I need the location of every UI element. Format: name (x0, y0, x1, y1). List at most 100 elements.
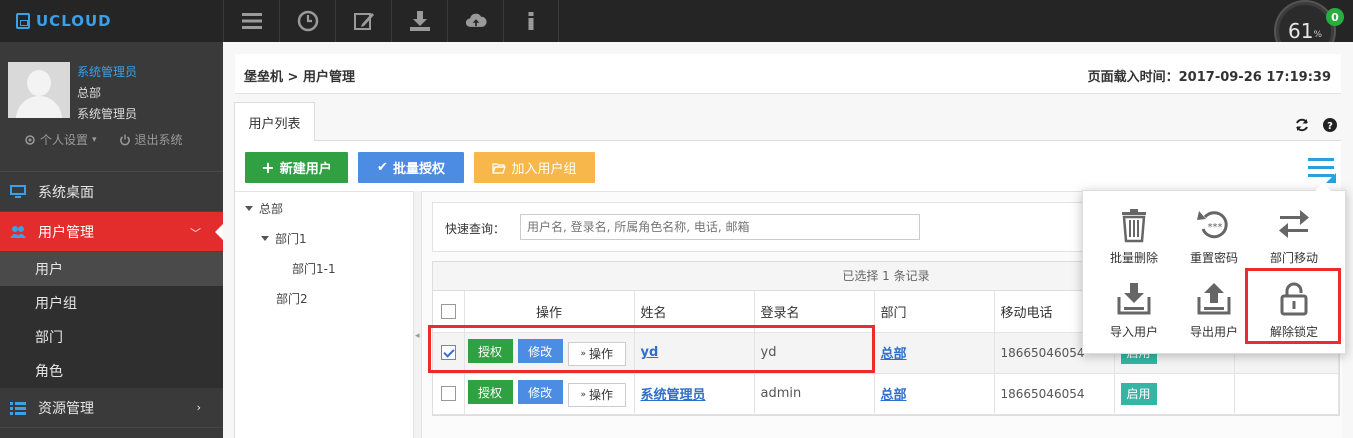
phone: 18665046054 (994, 373, 1115, 415)
user-name-link[interactable]: 系统管理员 (641, 388, 706, 403)
top-bar: UCLOUD (0, 0, 1353, 42)
table-row[interactable]: 授权 修改 » 操作 系统管理员 admin 总部 18665046054 启用 (433, 373, 1339, 415)
more-actions-dropdown[interactable]: » 操作 (567, 382, 626, 407)
profile-name[interactable]: 系统管理员 (77, 63, 137, 80)
highlight-unlock-item (1245, 268, 1341, 344)
user-profile: 系统管理员 总部 系统管理员 个人设置 ▾ 退出系统 (0, 42, 223, 172)
sidebar-item-desktop[interactable]: 系统桌面 (0, 172, 223, 212)
edit-icon[interactable] (335, 0, 391, 42)
highlight-selected-row (428, 325, 875, 373)
logo-icon (16, 13, 30, 29)
new-user-label: 新建用户 (279, 162, 332, 177)
splitter-handle[interactable]: ◂ (414, 191, 422, 438)
tree-node-root[interactable]: 总部 (245, 200, 283, 217)
caret-down-icon (261, 236, 269, 241)
new-user-button[interactable]: + 新建用户 (245, 152, 348, 183)
breadcrumb: 堡垒机 > 用户管理 (244, 70, 355, 85)
dept-link[interactable]: 总部 (881, 347, 907, 362)
menu-item-label: 部门移动 (1269, 251, 1318, 265)
swap-arrows-icon (1279, 210, 1309, 238)
download-icon[interactable] (391, 0, 447, 42)
logo-text: UCLOUD (36, 12, 112, 30)
logo[interactable]: UCLOUD (0, 0, 223, 42)
chevron-down-icon: ﹀ (190, 227, 201, 240)
sidebar-item-resource-management[interactable]: 资源管理 › (0, 388, 223, 428)
svg-text:?: ? (1327, 121, 1333, 132)
gauge-unit: % (1313, 30, 1322, 40)
trash-icon (1122, 209, 1146, 243)
help-icon[interactable]: ? (1323, 118, 1337, 132)
menu-item-label: 批量删除 (1109, 251, 1158, 265)
chevron-down-icon: ▾ (92, 134, 97, 145)
logout-label: 退出系统 (134, 133, 183, 147)
column-header-dept[interactable]: 部门 (874, 291, 995, 333)
toolbar (223, 0, 559, 42)
folder-open-icon (492, 162, 507, 174)
personal-settings-link[interactable]: 个人设置 ▾ (24, 131, 97, 148)
tree-node-label: 部门2 (276, 292, 308, 306)
reset-password-icon: *** (1197, 211, 1228, 239)
gauge-value: 61 (1287, 19, 1314, 43)
add-to-group-button[interactable]: 加入用户组 (474, 152, 595, 183)
tree-node-label: 部门1 (275, 232, 307, 246)
logout-link[interactable]: 退出系统 (119, 131, 183, 148)
sidebar-item-label: 用户管理 (38, 224, 94, 241)
menu-item-label: 导入用户 (1109, 325, 1158, 339)
sidebar-subitem-roles[interactable]: 角色 (0, 354, 223, 388)
menu-icon[interactable] (223, 0, 279, 42)
menu-item-move-department[interactable]: 部门移动 (1254, 207, 1334, 273)
search-label: 快速查询： (445, 222, 506, 236)
plus-icon: + (261, 158, 275, 177)
settings-label: 个人设置 (40, 133, 89, 147)
power-icon (119, 134, 130, 145)
refresh-icon[interactable] (1295, 118, 1309, 132)
row-checkbox[interactable] (440, 386, 456, 401)
export-icon (1197, 283, 1231, 315)
dept-link[interactable]: 总部 (881, 388, 907, 403)
chevron-right-icon: › (196, 401, 201, 414)
caret-down-icon (245, 206, 253, 211)
cloud-upload-icon[interactable] (447, 0, 503, 42)
gauge-badge: 0 (1326, 8, 1344, 26)
profile-role: 系统管理员 (77, 107, 138, 121)
tree-node-dept1[interactable]: 部门1 (261, 230, 307, 247)
menu-item-import-users[interactable]: 导入用户 (1094, 281, 1174, 347)
menu-item-batch-delete[interactable]: 批量删除 (1094, 207, 1174, 273)
menu-item-export-users[interactable]: 导出用户 (1174, 281, 1254, 347)
select-all-checkbox[interactable] (440, 303, 456, 319)
search-input[interactable] (520, 214, 920, 240)
sidebar-item-user-management[interactable]: 用户管理 ﹀ (0, 212, 223, 252)
sidebar-subitem-departments[interactable]: 部门 (0, 320, 223, 354)
double-chevron-down-icon: » (580, 389, 587, 400)
batch-auth-label: 批量授权 (392, 162, 445, 177)
edit-button[interactable]: 修改 (517, 380, 563, 405)
sidebar-subitem-user-groups[interactable]: 用户组 (0, 286, 223, 320)
menu-item-reset-password[interactable]: *** 重置密码 (1174, 207, 1254, 273)
gear-icon (25, 134, 35, 145)
status-badge[interactable]: 启用 (1120, 383, 1157, 405)
avatar (8, 62, 70, 118)
list-icon (10, 401, 26, 415)
tree-node-dept1-1[interactable]: 部门1-1 (292, 260, 336, 277)
profile-dept: 总部 (77, 86, 102, 100)
clock-icon[interactable] (279, 0, 335, 42)
tree-node-label: 总部 (259, 202, 284, 216)
svg-text:***: *** (1208, 222, 1223, 233)
import-icon (1117, 283, 1151, 315)
authorize-button[interactable]: 授权 (467, 380, 513, 405)
sidebar-subitem-users[interactable]: 用户 (0, 252, 223, 286)
users-icon (10, 225, 26, 238)
menu-item-label: 重置密码 (1189, 251, 1238, 265)
monitor-icon (10, 184, 26, 198)
tree-node-dept2[interactable]: 部门2 (276, 290, 308, 307)
login-name: admin (754, 373, 875, 415)
tab-user-list[interactable]: 用户列表 (234, 102, 315, 141)
column-menu-icon[interactable] (1306, 155, 1338, 185)
load-time: 页面载入时间：2017-09-26 17:19:39 (1087, 70, 1331, 85)
caret-left-icon: ◂ (415, 331, 420, 341)
info-icon[interactable] (503, 0, 559, 42)
check-icon: ✔ (377, 160, 388, 175)
department-tree: 总部 部门1 部门1-1 部门2 (235, 191, 414, 438)
batch-auth-button[interactable]: ✔ 批量授权 (358, 152, 464, 183)
breadcrumb-bar: 堡垒机 > 用户管理 页面载入时间：2017-09-26 17:19:39 (235, 54, 1341, 94)
